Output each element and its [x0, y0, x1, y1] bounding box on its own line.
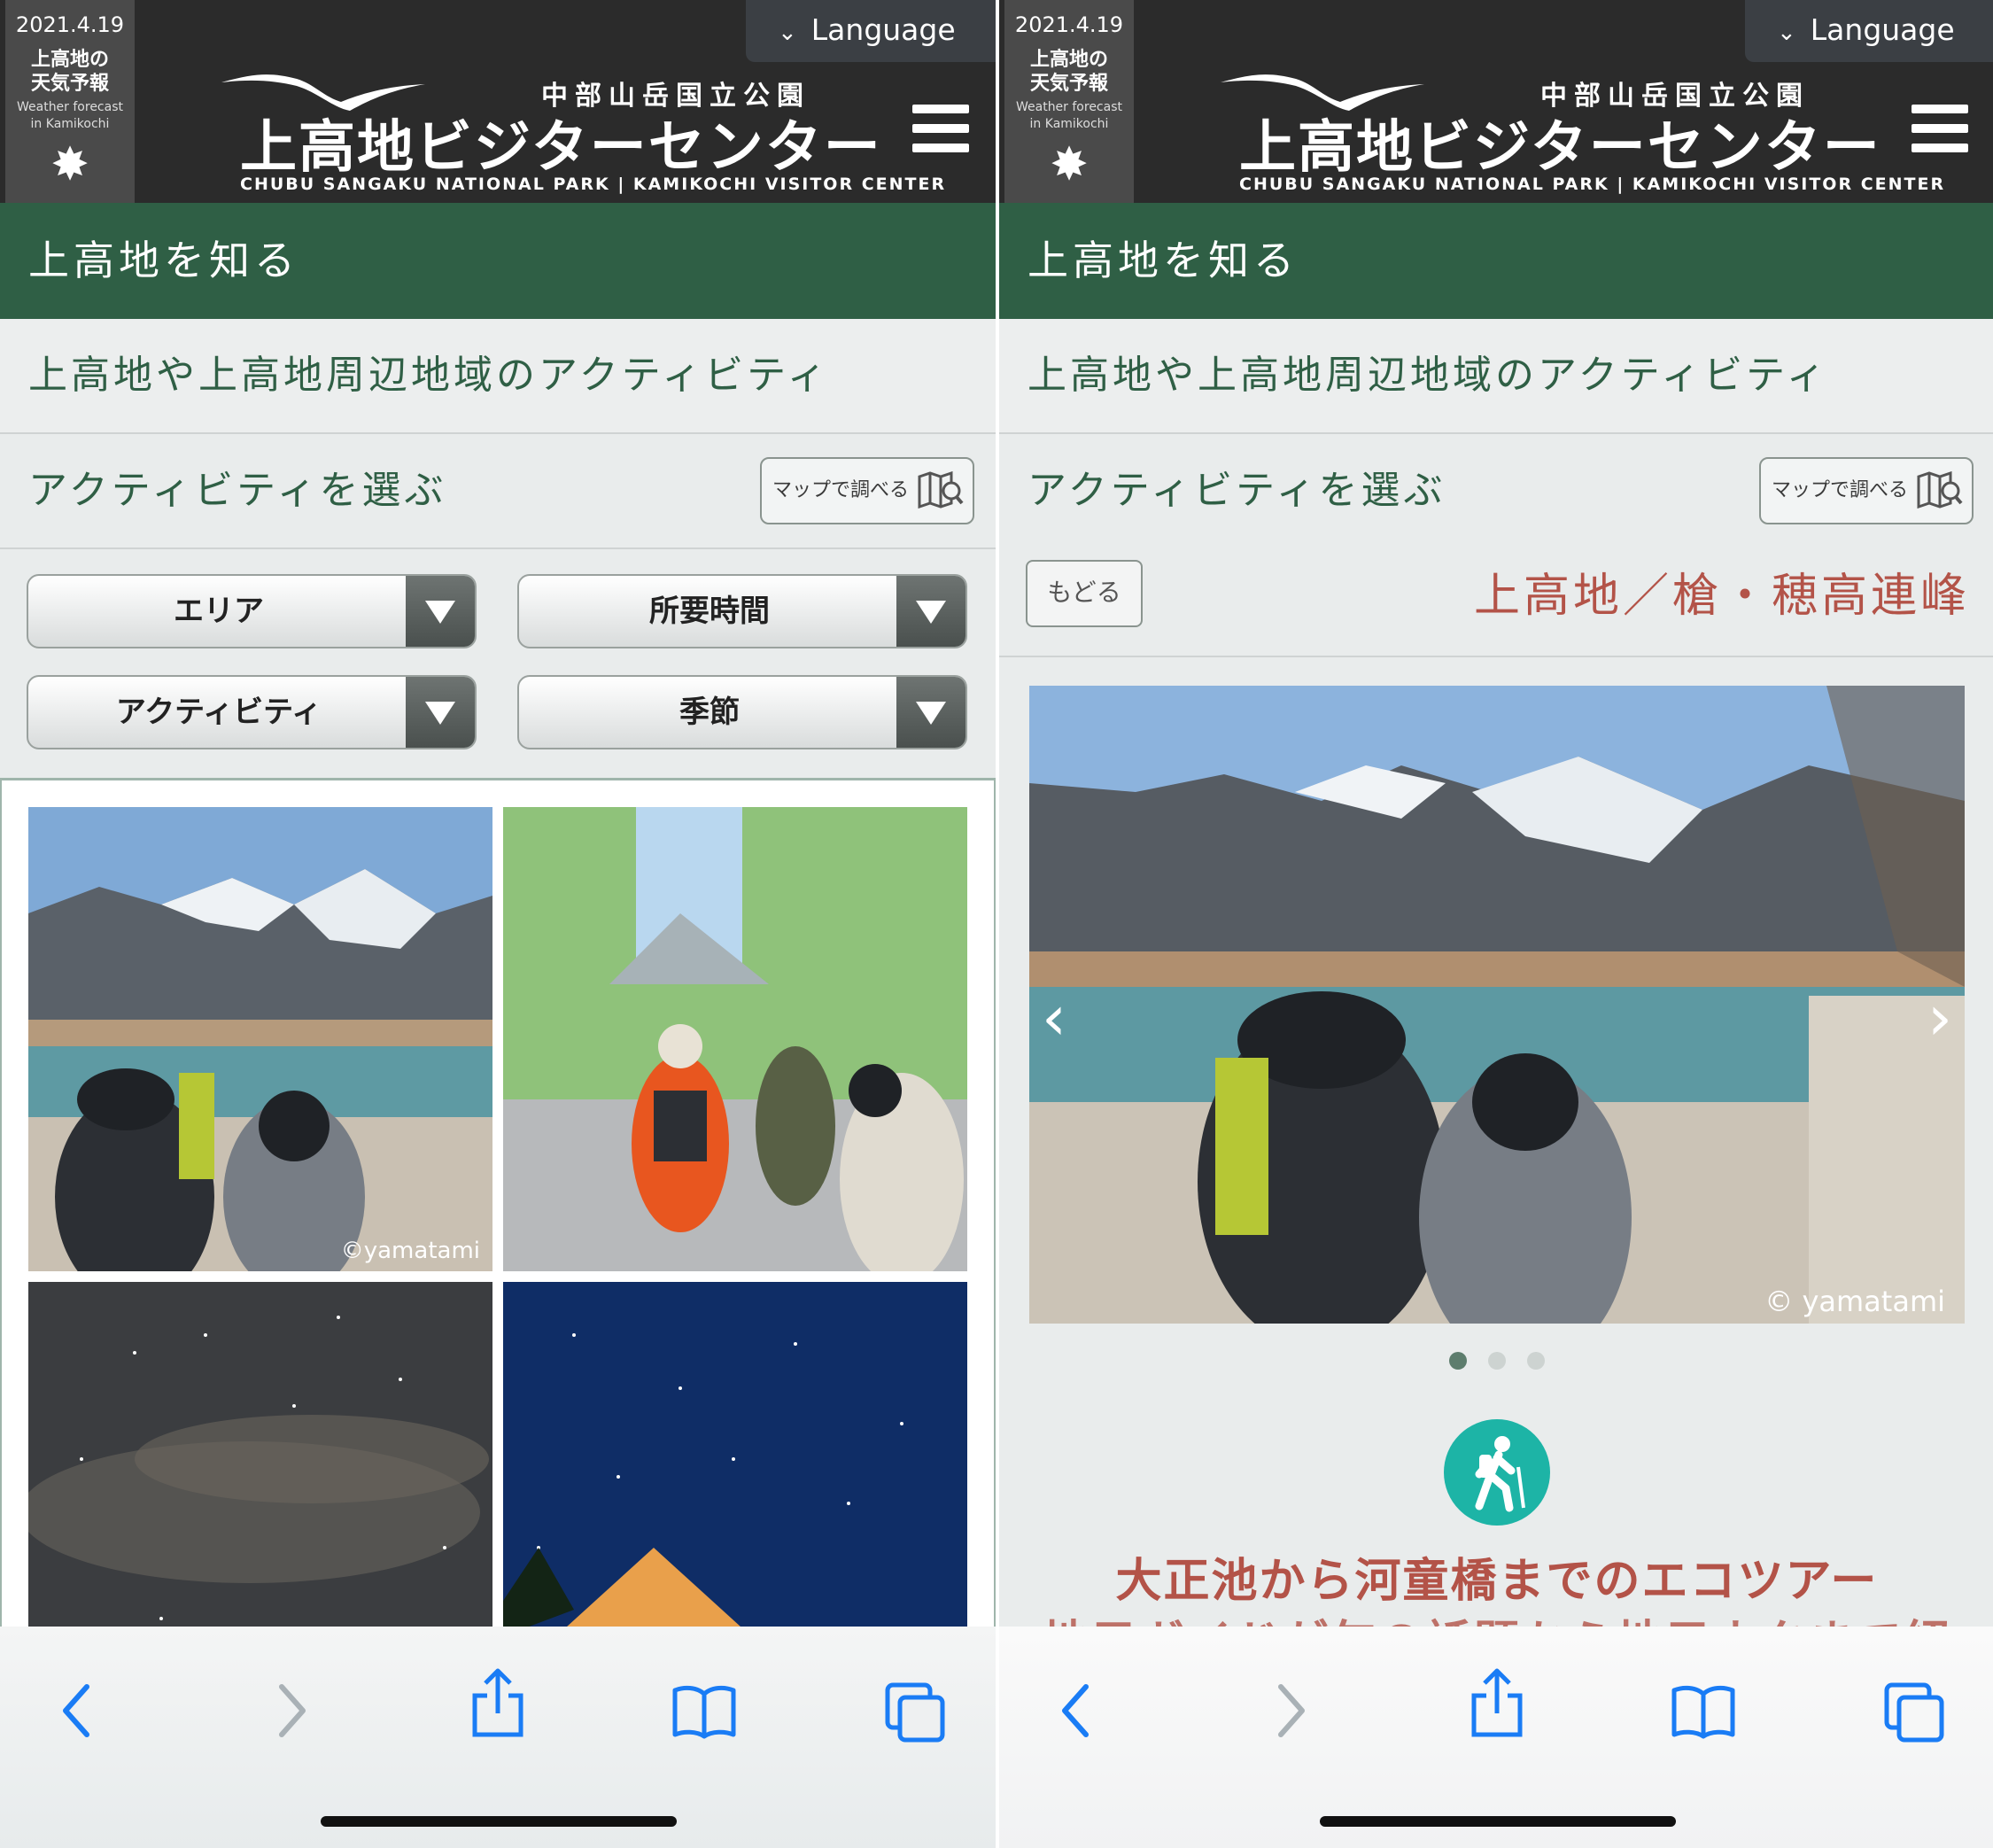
sun-icon: ✸ [1050, 138, 1089, 191]
activity-slideshow[interactable]: © yamatami ‹ › [1029, 686, 1965, 1324]
site-header: 2021.4.19 上高地の 天気予報 Weather forecast in Ka… [0, 0, 996, 203]
weather-date: 2021.4.19 [1014, 12, 1124, 37]
back-button[interactable]: もどる [1026, 560, 1143, 627]
page-subtitle: 上高地や上高地周辺地域のアクティビティ [0, 319, 996, 434]
chevron-down-icon: ⌄ [1777, 19, 1796, 46]
site-logo[interactable]: 中部山岳国立公園 上高地ビジターセンター CHUBU SANGAKU NATIO… [1216, 66, 1943, 199]
photo-image [503, 807, 967, 1271]
area-name: 上高地／槍・穂高連峰 [1473, 570, 1970, 623]
slide-dot[interactable] [1449, 1352, 1467, 1370]
weather-date: 2021.4.19 [15, 12, 125, 37]
weather-widget[interactable]: 2021.4.19 上高地の 天気予報 Weather forecast in Ka… [5, 0, 135, 203]
back-arrow-icon[interactable] [58, 1681, 94, 1740]
dropdown-arrow-icon [896, 677, 965, 748]
map-search-icon [1917, 471, 1963, 509]
site-title-en: CHUBU SANGAKU NATIONAL PARK | KAMIKOCHI … [240, 175, 947, 194]
chevron-down-icon: ⌄ [778, 19, 797, 46]
bookmarks-icon[interactable] [1671, 1681, 1736, 1740]
slide-dot[interactable] [1488, 1352, 1506, 1370]
back-arrow-icon[interactable] [1058, 1681, 1093, 1740]
slide-image [1029, 686, 1965, 1324]
prev-slide-icon[interactable]: ‹ [1042, 987, 1066, 1049]
sun-icon: ✸ [50, 138, 89, 191]
weather-title: 上高地の 天気予報 [30, 49, 109, 95]
section-title: 上高地を知る [0, 203, 996, 319]
map-search-button[interactable]: マップで調べる [1759, 457, 1974, 524]
area-dropdown[interactable]: エリア [27, 574, 477, 648]
forward-arrow-icon[interactable] [1274, 1681, 1309, 1740]
tabs-icon[interactable] [1883, 1681, 1945, 1743]
slide-dot[interactable] [1527, 1352, 1545, 1370]
section-title: 上高地を知る [999, 203, 1993, 319]
activity-photo-taisho-pond[interactable]: ©yamatami [28, 807, 492, 1271]
menu-icon[interactable] [912, 105, 969, 152]
tour-title[interactable]: 大正池から河童橋までのエコツアー [999, 1543, 1993, 1610]
weather-title: 上高地の 天気予報 [1029, 49, 1108, 95]
share-icon[interactable] [1469, 1666, 1525, 1740]
select-heading: アクティビティを選ぶ マップで調べる [0, 434, 996, 549]
page-subtitle: 上高地や上高地周辺地域のアクティビティ [999, 319, 1993, 434]
weather-subtitle-en: Weather forecast in Kamikochi [1015, 100, 1122, 131]
slide-indicator [999, 1352, 1993, 1373]
browser-toolbar [0, 1627, 996, 1848]
browser-toolbar [999, 1627, 1993, 1848]
activity-dropdown[interactable]: アクティビティ [27, 675, 477, 749]
season-dropdown[interactable]: 季節 [517, 675, 967, 749]
forward-arrow-icon[interactable] [275, 1681, 310, 1740]
photo-credit: ©yamatami [340, 1238, 480, 1264]
map-search-button[interactable]: マップで調べる [760, 457, 974, 524]
photo-credit: © yamatami [1764, 1285, 1945, 1318]
duration-dropdown[interactable]: 所要時間 [517, 574, 967, 648]
select-heading: アクティビティを選ぶ マップで調べる もどる 上高地／槍・穂高連峰 [999, 434, 1993, 657]
map-search-icon [918, 471, 964, 509]
bookmarks-icon[interactable] [671, 1681, 737, 1740]
dropdown-arrow-icon [406, 677, 475, 748]
weather-subtitle-en: Weather forecast in Kamikochi [16, 100, 123, 131]
next-slide-icon[interactable]: › [1927, 987, 1952, 1049]
language-button[interactable]: ⌄ Language [746, 0, 996, 62]
dropdown-arrow-icon [406, 576, 475, 647]
share-icon[interactable] [469, 1666, 526, 1740]
dropdown-arrow-icon [896, 576, 965, 647]
weather-widget[interactable]: 2021.4.19 上高地の 天気予報 Weather forecast in Ka… [1004, 0, 1134, 203]
photo-image [28, 807, 492, 1271]
site-header: 2021.4.19 上高地の 天気予報 Weather forecast in Ka… [999, 0, 1993, 203]
site-title: 上高地ビジターセンター [240, 115, 882, 181]
right-screenshot: 2021.4.19 上高地の 天気予報 Weather forecast in Ka… [999, 0, 1993, 1848]
left-screenshot: 2021.4.19 上高地の 天気予報 Weather forecast in Ka… [0, 0, 996, 1848]
select-title: アクティビティを選ぶ [28, 468, 447, 513]
menu-icon[interactable] [1912, 105, 1968, 152]
home-indicator[interactable] [1320, 1816, 1676, 1827]
tabs-icon[interactable] [884, 1681, 946, 1743]
site-title-en: CHUBU SANGAKU NATIONAL PARK | KAMIKOCHI … [1239, 175, 1946, 194]
site-logo[interactable]: 中部山岳国立公園 上高地ビジターセンター CHUBU SANGAKU NATIO… [217, 66, 944, 199]
hiking-icon [1444, 1419, 1550, 1526]
home-indicator[interactable] [321, 1816, 677, 1827]
site-title: 上高地ビジターセンター [1239, 115, 1881, 181]
activity-photo-guide[interactable] [503, 807, 967, 1271]
language-button[interactable]: ⌄ Language [1745, 0, 1993, 62]
